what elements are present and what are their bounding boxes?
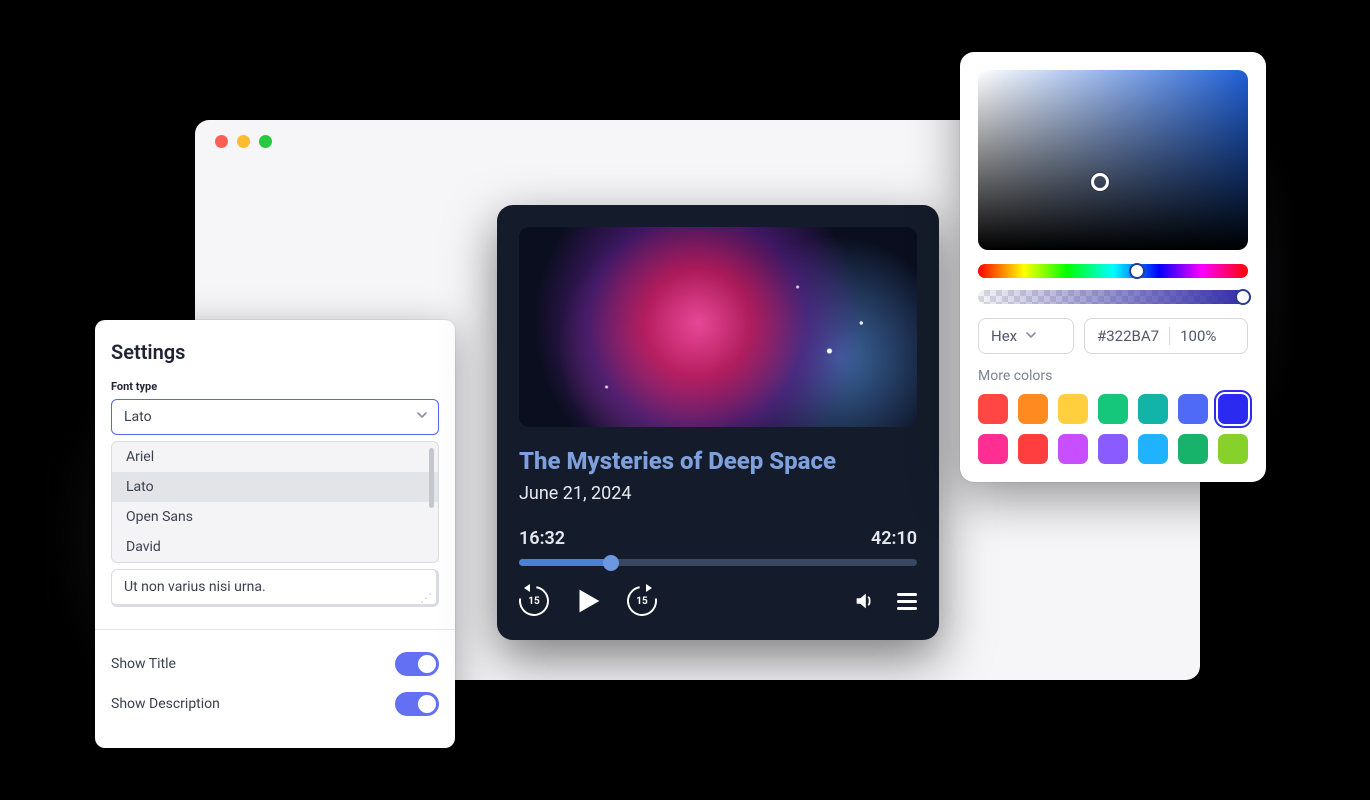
rewind-15-button[interactable]: 15	[519, 586, 549, 616]
divider	[95, 629, 455, 630]
hue-slider[interactable]	[978, 264, 1248, 278]
color-swatch[interactable]	[1218, 434, 1248, 464]
show-title-label: Show Title	[111, 656, 176, 672]
episode-title: The Mysteries of Deep Space	[519, 447, 917, 475]
color-picker-panel: Hex #322BA7 100% More colors	[960, 52, 1266, 482]
color-swatch[interactable]	[1178, 434, 1208, 464]
color-swatch[interactable]	[1098, 394, 1128, 424]
color-swatch[interactable]	[1058, 434, 1088, 464]
show-title-toggle[interactable]	[395, 652, 439, 676]
font-type-dropdown: Ariel Lato Open Sans David	[111, 441, 439, 563]
color-mode-value: Hex	[991, 327, 1017, 345]
saturation-cursor[interactable]	[1091, 173, 1109, 191]
font-option[interactable]: David	[112, 532, 438, 562]
color-swatch[interactable]	[1058, 394, 1088, 424]
color-mode-select[interactable]: Hex	[978, 318, 1074, 354]
more-colors-label: More colors	[978, 368, 1248, 384]
color-value-input[interactable]: #322BA7 100%	[1084, 318, 1248, 354]
font-type-select[interactable]: Lato	[111, 399, 439, 435]
alpha-thumb[interactable]	[1235, 289, 1251, 305]
color-swatch[interactable]	[978, 394, 1008, 424]
color-swatch[interactable]	[1178, 394, 1208, 424]
alpha-slider[interactable]	[978, 290, 1248, 304]
window-zoom-button[interactable]	[259, 135, 272, 148]
description-text: Ut non varius nisi urna.	[124, 579, 266, 595]
alpha-fill	[978, 290, 1248, 304]
skip-seconds: 15	[627, 586, 657, 616]
font-type-value: Lato	[124, 409, 152, 425]
description-textarea[interactable]: Ut non varius nisi urna. ⋰	[111, 569, 439, 607]
color-swatch[interactable]	[1018, 394, 1048, 424]
settings-panel: Settings Font type Lato Ariel Lato Open …	[95, 320, 455, 748]
font-option[interactable]: Open Sans	[112, 502, 438, 532]
skip-seconds: 15	[519, 586, 549, 616]
audio-player-card: The Mysteries of Deep Space June 21, 202…	[497, 205, 939, 640]
toggle-row: Show Description	[111, 684, 439, 724]
color-swatch[interactable]	[1138, 394, 1168, 424]
settings-title: Settings	[111, 340, 439, 364]
resize-grip-icon[interactable]: ⋰	[420, 594, 432, 602]
play-button[interactable]	[571, 584, 605, 618]
episode-date: June 21, 2024	[519, 483, 917, 504]
player-controls: 15 15	[519, 584, 917, 618]
chevron-down-icon	[416, 409, 428, 425]
hex-value: #322BA7	[1097, 327, 1159, 345]
swatch-grid	[978, 394, 1248, 464]
duration-time: 42:10	[871, 528, 917, 549]
episode-artwork	[519, 227, 917, 427]
color-swatch[interactable]	[1018, 434, 1048, 464]
scrollbar[interactable]	[429, 448, 434, 508]
show-description-label: Show Description	[111, 696, 220, 712]
font-option[interactable]: Ariel	[112, 442, 438, 472]
elapsed-time: 16:32	[519, 528, 565, 549]
show-description-toggle[interactable]	[395, 692, 439, 716]
color-swatch[interactable]	[978, 434, 1008, 464]
divider	[1169, 327, 1170, 345]
progress-bar[interactable]	[519, 559, 917, 566]
alpha-value: 100%	[1180, 327, 1216, 345]
color-swatch[interactable]	[1218, 394, 1248, 424]
color-swatch[interactable]	[1098, 434, 1128, 464]
forward-15-button[interactable]: 15	[627, 586, 657, 616]
hue-thumb[interactable]	[1129, 263, 1145, 279]
progress-fill	[519, 559, 611, 566]
toggle-row: Show Title	[111, 644, 439, 684]
menu-button[interactable]	[897, 593, 917, 610]
color-swatch[interactable]	[1138, 434, 1168, 464]
window-minimize-button[interactable]	[237, 135, 250, 148]
chevron-down-icon	[1025, 327, 1037, 345]
font-option[interactable]: Lato	[112, 472, 438, 502]
time-row: 16:32 42:10	[519, 528, 917, 549]
font-type-label: Font type	[111, 380, 439, 393]
progress-thumb[interactable]	[603, 555, 619, 571]
window-close-button[interactable]	[215, 135, 228, 148]
saturation-area[interactable]	[978, 70, 1248, 250]
volume-button[interactable]	[853, 590, 875, 612]
